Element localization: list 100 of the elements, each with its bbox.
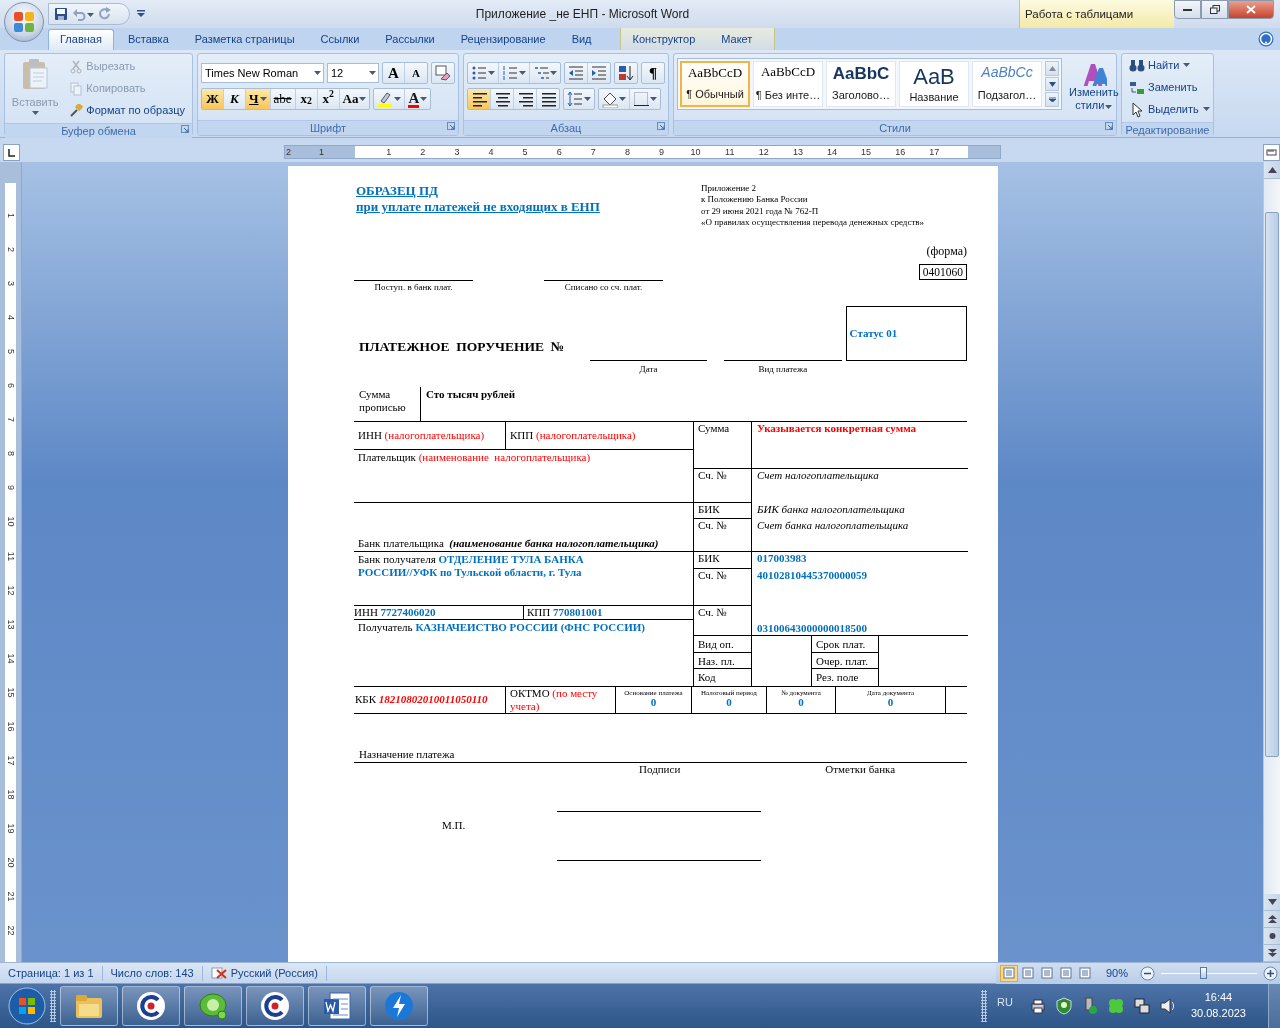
style-tile[interactable]: AaBbC Заголово…: [826, 61, 896, 107]
shading-button[interactable]: [599, 89, 630, 109]
grow-font-button[interactable]: A: [383, 63, 405, 83]
toolbar-button[interactable]: Формат по образцу: [66, 100, 189, 121]
ruler-number: 18: [5, 788, 17, 801]
taskbar-button[interactable]: [246, 986, 304, 1026]
show-marks-button[interactable]: ¶: [642, 63, 664, 83]
save-button[interactable]: [53, 7, 69, 21]
taskbar-button[interactable]: [370, 986, 428, 1026]
style-name: Подзагол…: [977, 87, 1037, 103]
gallery-down-icon[interactable]: [1048, 81, 1056, 87]
style-tile[interactable]: AaBbCc Подзагол…: [972, 61, 1042, 107]
zoom-level[interactable]: 90%: [1099, 964, 1134, 982]
ribbon-tab[interactable]: Конструктор: [620, 29, 708, 50]
restore-button[interactable]: [1201, 0, 1228, 19]
ribbon-tab[interactable]: Макет: [709, 29, 765, 50]
office-button[interactable]: [4, 2, 44, 42]
style-preview: AaBbC: [832, 65, 890, 84]
previous-page-button[interactable]: [1264, 911, 1280, 928]
dialog-launcher-icon[interactable]: [447, 121, 455, 130]
clover-icon[interactable]: [1106, 997, 1125, 1015]
zoom-in-icon: [1263, 965, 1278, 981]
language-indicator[interactable]: Русский (Россия): [230, 964, 318, 982]
taskbar-button[interactable]: [308, 986, 366, 1026]
ruler-number: 6: [5, 382, 17, 391]
customize-button[interactable]: [136, 10, 146, 18]
shrink-font-button[interactable]: A: [405, 63, 427, 83]
ruler-icon: [1266, 146, 1278, 158]
style-name: ¶ Без инте…: [755, 87, 821, 103]
format-button[interactable]: Ж: [202, 89, 224, 109]
help-button[interactable]: [1258, 31, 1274, 47]
speaker-icon[interactable]: [1158, 997, 1177, 1015]
style-tile[interactable]: AaB Название: [899, 61, 969, 107]
caret-icon: [650, 97, 657, 102]
ribbon-tab[interactable]: Ссылки: [308, 29, 372, 50]
tab-selector-button[interactable]: [3, 143, 20, 161]
font-color-button[interactable]: A: [405, 89, 431, 109]
keyboard-language[interactable]: RU: [997, 993, 1013, 1011]
shield-icon[interactable]: [1054, 997, 1073, 1015]
ruler-number: 2: [5, 246, 17, 255]
format-button[interactable]: abe: [270, 89, 296, 109]
ruler-number: 16: [5, 720, 17, 733]
style-preview: AaBbCcD: [760, 65, 816, 80]
dialog-launcher-icon[interactable]: [181, 124, 189, 133]
caret-icon: [488, 71, 495, 76]
table-cell: Сч. №: [694, 569, 752, 606]
taskbar-button[interactable]: [184, 986, 242, 1026]
ruler-number: 4: [5, 314, 17, 323]
change-styles-button[interactable]: Изменить стили: [1066, 58, 1122, 118]
taskbar-button[interactable]: [122, 986, 180, 1026]
scroll-down-button[interactable]: [1264, 894, 1280, 911]
style-tile[interactable]: AaBbCcD ¶ Без инте…: [753, 61, 823, 107]
format-button[interactable]: x$^{2}$: [317, 89, 340, 109]
clock-date[interactable]: 30.08.2023: [1190, 1006, 1246, 1022]
close-button[interactable]: [1228, 0, 1274, 19]
zoom-out-icon: [1140, 965, 1155, 981]
printer-icon[interactable]: [1028, 997, 1047, 1015]
zoom-slider-thumb[interactable]: [1200, 966, 1208, 979]
ribbon-tab[interactable]: Разметка страницы: [182, 29, 307, 50]
ribbon-tab[interactable]: Вставка: [115, 29, 181, 50]
font-size-field[interactable]: 12: [327, 63, 379, 83]
undo-button[interactable]: [71, 7, 95, 21]
ruler-number: 3: [453, 146, 461, 159]
zoom-out-button[interactable]: [1140, 965, 1155, 981]
minimize-button[interactable]: [1174, 0, 1201, 19]
ribbon-tab[interactable]: Рецензирование: [448, 29, 558, 50]
format-button[interactable]: x$_{2}$: [295, 89, 318, 109]
zoom-in-button[interactable]: [1263, 965, 1278, 981]
ribbon-tab[interactable]: Вид: [559, 29, 604, 50]
dialog-launcher-icon[interactable]: [1105, 121, 1113, 130]
ribbon-tab[interactable]: Рассылки: [373, 29, 447, 50]
clock-time[interactable]: 16:44: [1190, 990, 1246, 1006]
gallery-more-icon[interactable]: [1048, 97, 1056, 103]
gallery-up-icon[interactable]: [1048, 65, 1056, 71]
format-button[interactable]: Ч: [246, 89, 271, 109]
proofing-icon[interactable]: [210, 966, 227, 980]
view-ruler-button[interactable]: [1263, 143, 1280, 161]
outdent-icon: [568, 64, 584, 82]
editing-button[interactable]: Выделить: [1125, 99, 1210, 120]
scroll-up-button[interactable]: [1264, 162, 1280, 179]
table-cell: 03100643000000018500: [757, 621, 867, 635]
dialog-launcher-icon[interactable]: [657, 121, 665, 130]
style-tile[interactable]: AaBbCcD ¶ Обычный: [680, 61, 750, 107]
table-cell: 0: [887, 697, 894, 709]
font-name-field[interactable]: Times New Roman: [201, 63, 324, 83]
editing-button[interactable]: Заменить: [1125, 77, 1210, 98]
network-icon[interactable]: [1132, 997, 1151, 1015]
browse-object-icon: [1267, 932, 1277, 940]
align-left-button[interactable]: [468, 89, 491, 109]
next-page-button[interactable]: [1264, 945, 1280, 962]
web-layout-icon: [1040, 967, 1053, 979]
ribbon-tab[interactable]: Главная: [48, 29, 114, 50]
numbered-list-icon: [502, 64, 518, 82]
redo-icon: [98, 7, 112, 21]
ruler-number: 1: [385, 146, 393, 159]
browse-object-button[interactable]: [1264, 928, 1280, 945]
scroll-thumb[interactable]: [1265, 212, 1279, 757]
taskbar-button[interactable]: [60, 986, 118, 1026]
editing-button[interactable]: Найти: [1125, 55, 1210, 76]
format-button[interactable]: Aa: [339, 89, 370, 109]
